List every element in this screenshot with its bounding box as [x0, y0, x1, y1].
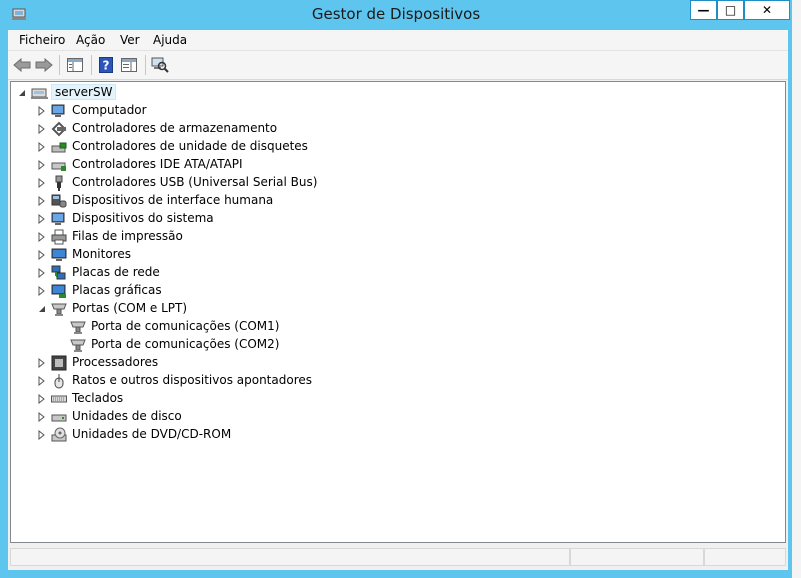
display-adapter-icon	[51, 283, 67, 299]
usb-icon	[51, 175, 67, 191]
expand-icon[interactable]	[37, 358, 47, 368]
computer-icon	[51, 103, 67, 119]
tree-item-label: Porta de comunicações (COM2)	[91, 337, 280, 351]
expand-icon[interactable]	[37, 268, 47, 278]
scan-hardware-icon	[151, 57, 169, 73]
tree-item-label: Dispositivos do sistema	[72, 211, 214, 225]
client-area: Ficheiro Ação Ver Ajuda ? serverSW Compu…	[8, 30, 788, 570]
help-icon: ?	[99, 57, 113, 73]
network-adapter-icon	[51, 265, 67, 281]
title-bar[interactable]: Gestor de Dispositivos — □ ✕	[0, 0, 792, 28]
tree-item-label: Portas (COM e LPT)	[72, 301, 188, 315]
system-devices-icon	[51, 211, 67, 227]
expand-icon[interactable]	[37, 124, 47, 134]
properties-button[interactable]	[118, 54, 140, 76]
tree-item-label: Dispositivos de interface humana	[72, 193, 274, 207]
expand-icon[interactable]	[37, 196, 47, 206]
monitor-icon	[51, 247, 67, 263]
ide-controller-icon	[51, 157, 67, 173]
collapse-icon[interactable]	[37, 304, 47, 314]
status-bar	[10, 546, 786, 568]
keyboard-icon	[51, 391, 67, 407]
tree-item-label: Filas de impressão	[72, 229, 183, 243]
device-manager-window: Gestor de Dispositivos — □ ✕ Ficheiro Aç…	[0, 0, 792, 578]
forward-arrow-icon	[35, 58, 53, 72]
tree-item-label: Computador	[72, 103, 147, 117]
show-hide-console-tree-button[interactable]	[64, 54, 86, 76]
close-icon: ✕	[761, 3, 773, 17]
tree-item-label: Placas gráficas	[72, 283, 162, 297]
tree-item-label: Placas de rede	[72, 265, 160, 279]
back-button[interactable]	[11, 54, 33, 76]
status-cell-main	[10, 548, 570, 566]
tree-root-row[interactable]: serverSW	[11, 84, 771, 102]
menu-ver[interactable]: Ver	[117, 32, 143, 48]
maximize-icon: □	[724, 3, 737, 17]
expand-icon[interactable]	[37, 214, 47, 224]
toolbar-separator	[91, 55, 92, 75]
help-button[interactable]: ?	[95, 54, 117, 76]
expand-icon[interactable]	[37, 142, 47, 152]
menu-ajuda[interactable]: Ajuda	[150, 32, 190, 48]
tree-item-label: Porta de comunicações (COM1)	[91, 319, 280, 333]
scan-hardware-button[interactable]	[149, 54, 171, 76]
svg-text:?: ?	[103, 59, 110, 73]
forward-button[interactable]	[33, 54, 55, 76]
tree-item-label: Unidades de disco	[72, 409, 182, 423]
floppy-controller-icon	[51, 139, 67, 155]
expand-icon[interactable]	[37, 286, 47, 296]
window-title: Gestor de Dispositivos	[311, 5, 481, 23]
expand-icon[interactable]	[37, 106, 47, 116]
minimize-button[interactable]: —	[690, 0, 717, 20]
status-cell-2	[570, 548, 704, 566]
computer-icon	[31, 85, 48, 101]
tree-item-label: Controladores USB (Universal Serial Bus)	[72, 175, 318, 189]
toolbar-separator	[145, 55, 146, 75]
expand-icon[interactable]	[37, 178, 47, 188]
maximize-button[interactable]: □	[717, 0, 744, 20]
expand-icon[interactable]	[37, 394, 47, 404]
printer-icon	[51, 229, 67, 245]
toolbar: ?	[8, 51, 788, 80]
collapse-icon[interactable]	[17, 88, 27, 98]
tree-root-label[interactable]: serverSW	[51, 84, 117, 100]
expand-icon[interactable]	[37, 232, 47, 242]
disk-drive-icon	[51, 409, 67, 425]
storage-controller-icon	[51, 121, 67, 137]
port-icon	[51, 301, 67, 317]
tree-item-label: Controladores IDE ATA/ATAPI	[72, 157, 243, 171]
expand-icon[interactable]	[37, 160, 47, 170]
close-button[interactable]: ✕	[744, 0, 790, 20]
desktop-background-edge	[792, 0, 801, 578]
expand-icon[interactable]	[37, 376, 47, 386]
tree-item-label: Unidades de DVD/CD-ROM	[72, 427, 232, 441]
mouse-icon	[51, 373, 67, 389]
expand-icon[interactable]	[37, 250, 47, 260]
menu-bar: Ficheiro Ação Ver Ajuda	[8, 30, 788, 51]
show-hide-console-tree-icon	[67, 58, 83, 72]
toolbar-separator	[59, 55, 60, 75]
tree-item-label: Ratos e outros dispositivos apontadores	[72, 373, 313, 387]
tree-item-label: Controladores de armazenamento	[72, 121, 278, 135]
hid-icon	[51, 193, 67, 209]
tree-item-label: Monitores	[72, 247, 131, 261]
processor-icon	[51, 355, 67, 371]
menu-acao[interactable]: Ação	[73, 32, 108, 48]
minimize-icon: —	[697, 3, 710, 17]
port-icon	[70, 319, 86, 335]
port-icon	[70, 337, 86, 353]
menu-ficheiro[interactable]: Ficheiro	[16, 32, 68, 48]
dvd-drive-icon	[51, 427, 67, 443]
properties-icon	[121, 58, 137, 72]
tree-item-label: Processadores	[72, 355, 159, 369]
expand-icon[interactable]	[37, 412, 47, 422]
tree-item-label: Controladores de unidade de disquetes	[72, 139, 308, 153]
tree-item-label: Teclados	[72, 391, 124, 405]
back-arrow-icon	[13, 58, 31, 72]
status-cell-3	[704, 548, 786, 566]
device-tree[interactable]: serverSW Computador Controladores de arm…	[10, 81, 786, 543]
expand-icon[interactable]	[37, 430, 47, 440]
